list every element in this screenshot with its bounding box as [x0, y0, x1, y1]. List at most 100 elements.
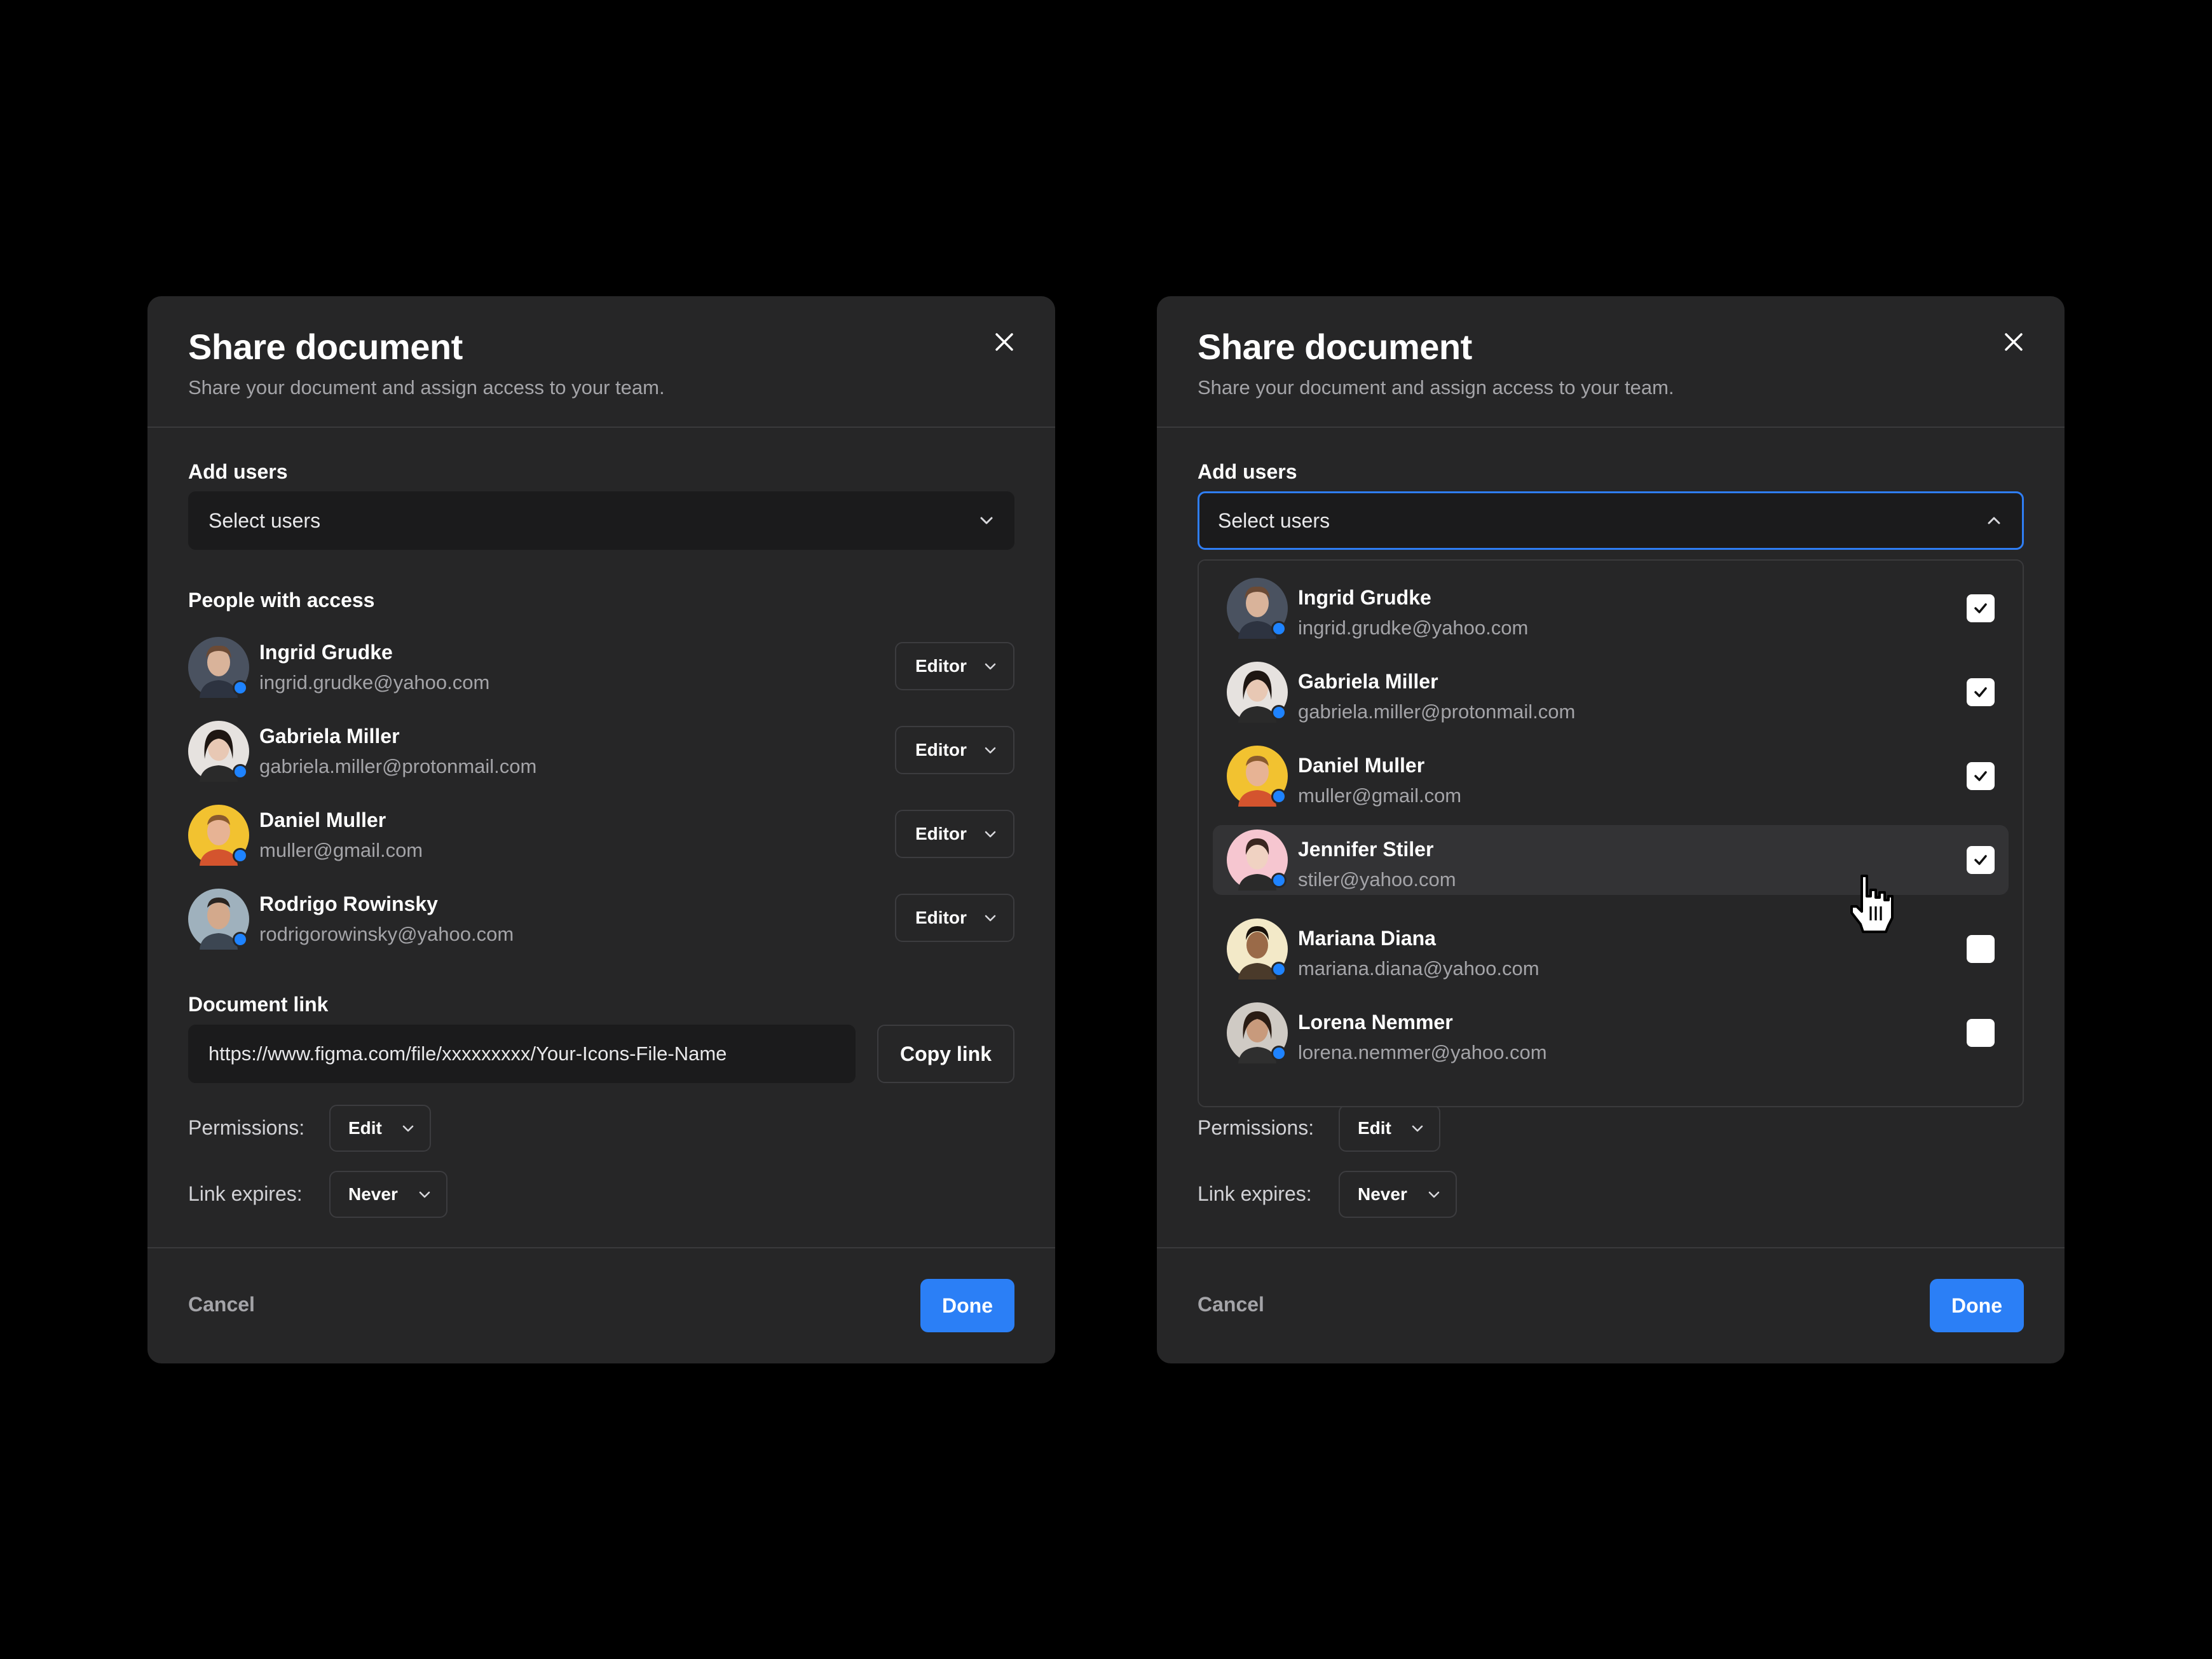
avatar — [1227, 830, 1288, 891]
cancel-button[interactable]: Cancel — [188, 1294, 255, 1314]
user-email: gabriela.miller@protonmail.com — [1298, 700, 1576, 723]
done-button[interactable]: Done — [1930, 1279, 2024, 1332]
online-status-dot — [1271, 705, 1287, 720]
person-row: Rodrigo Rowinsky rodrigorowinsky@yahoo.c… — [188, 887, 1014, 951]
chevron-down-icon — [985, 831, 996, 838]
permissions-select[interactable]: Edit — [329, 1105, 431, 1152]
person-name: Rodrigo Rowinsky — [259, 892, 438, 915]
dropdown-user-option[interactable]: Daniel Muller muller@gmail.com — [1213, 741, 2009, 811]
role-select[interactable]: Editor — [895, 642, 1014, 690]
role-label: Editor — [915, 824, 967, 843]
chevron-down-icon — [985, 915, 996, 922]
permissions-select[interactable]: Edit — [1339, 1105, 1440, 1152]
permissions-label: Permissions: — [188, 1116, 305, 1139]
chevron-down-icon — [402, 1125, 414, 1132]
role-select[interactable]: Editor — [895, 810, 1014, 858]
person-row: Gabriela Miller gabriela.miller@protonma… — [188, 720, 1014, 783]
link-expires-label: Link expires: — [188, 1182, 303, 1205]
person-email: muller@gmail.com — [259, 839, 423, 861]
chevron-down-icon — [1428, 1191, 1440, 1198]
checkmark-icon — [1974, 771, 1987, 781]
select-users-dropdown[interactable]: Select users — [188, 491, 1014, 550]
avatar — [1227, 746, 1288, 807]
person-email: rodrigorowinsky@yahoo.com — [259, 923, 514, 945]
user-checkbox[interactable] — [1967, 762, 1995, 790]
online-status-dot — [1271, 621, 1287, 636]
modal-footer: Cancel Done — [147, 1247, 1055, 1365]
online-status-dot — [233, 680, 248, 695]
avatar — [1227, 578, 1288, 639]
avatar — [188, 637, 249, 698]
modal-footer: Cancel Done — [1157, 1247, 2065, 1365]
chevron-down-icon — [985, 747, 996, 754]
person-name: Ingrid Grudke — [259, 641, 393, 664]
select-users-placeholder: Select users — [208, 509, 321, 532]
online-status-dot — [233, 932, 248, 947]
link-expires-value: Never — [1358, 1184, 1407, 1204]
avatar — [1227, 1002, 1288, 1063]
person-name: Gabriela Miller — [259, 725, 400, 748]
user-email: lorena.nemmer@yahoo.com — [1298, 1041, 1547, 1063]
role-select[interactable]: Editor — [895, 726, 1014, 774]
modal-title: Share document — [188, 327, 463, 367]
chevron-down-icon — [419, 1191, 430, 1198]
person-email: ingrid.grudke@yahoo.com — [259, 671, 490, 693]
user-email: mariana.diana@yahoo.com — [1298, 957, 1540, 980]
chevron-down-icon — [985, 663, 996, 670]
person-row: Daniel Muller muller@gmail.com Editor — [188, 803, 1014, 867]
chevron-down-icon — [980, 517, 993, 524]
user-checkbox[interactable] — [1967, 846, 1995, 874]
avatar — [1227, 662, 1288, 723]
user-email: ingrid.grudke@yahoo.com — [1298, 617, 1529, 639]
user-checkbox[interactable] — [1967, 678, 1995, 706]
permissions-value: Edit — [348, 1118, 382, 1138]
close-icon — [995, 333, 1013, 351]
user-checkbox[interactable] — [1967, 935, 1995, 963]
select-users-placeholder: Select users — [1218, 509, 1330, 532]
checkmark-icon — [1974, 855, 1987, 865]
user-name: Daniel Muller — [1298, 754, 1425, 777]
modal-header: Share document Share your document and a… — [1157, 296, 2065, 428]
permissions-label: Permissions: — [1198, 1116, 1314, 1139]
person-name: Daniel Muller — [259, 809, 386, 831]
close-button[interactable] — [987, 324, 1022, 360]
add-users-label: Add users — [188, 460, 288, 483]
document-link-input[interactable]: https://www.figma.com/file/xxxxxxxxx/You… — [188, 1025, 856, 1083]
modal-subtitle: Share your document and assign access to… — [188, 376, 665, 399]
link-expires-select[interactable]: Never — [329, 1171, 447, 1218]
role-select[interactable]: Editor — [895, 894, 1014, 942]
close-button[interactable] — [1996, 324, 2031, 360]
dropdown-user-option[interactable]: Ingrid Grudke ingrid.grudke@yahoo.com — [1213, 573, 2009, 643]
person-email: gabriela.miller@protonmail.com — [259, 755, 537, 777]
stage: Share document Share your document and a… — [0, 0, 2212, 1659]
user-email: muller@gmail.com — [1298, 784, 1462, 807]
permissions-value: Edit — [1358, 1118, 1391, 1138]
done-button[interactable]: Done — [920, 1279, 1014, 1332]
dropdown-user-option[interactable]: Gabriela Miller gabriela.miller@protonma… — [1213, 657, 2009, 727]
role-label: Editor — [915, 740, 967, 760]
user-checkbox[interactable] — [1967, 594, 1995, 622]
role-label: Editor — [915, 656, 967, 676]
user-name: Jennifer Stiler — [1298, 838, 1434, 861]
checkmark-icon — [1974, 603, 1987, 613]
user-name: Mariana Diana — [1298, 927, 1436, 950]
cancel-button[interactable]: Cancel — [1198, 1294, 1264, 1314]
link-expires-value: Never — [348, 1184, 398, 1204]
online-status-dot — [1271, 789, 1287, 804]
avatar — [188, 889, 249, 950]
user-email: stiler@yahoo.com — [1298, 868, 1456, 891]
dropdown-user-option[interactable]: Lorena Nemmer lorena.nemmer@yahoo.com — [1213, 998, 2009, 1068]
copy-link-button[interactable]: Copy link — [877, 1025, 1014, 1083]
link-expires-select[interactable]: Never — [1339, 1171, 1457, 1218]
select-users-dropdown[interactable]: Select users — [1198, 491, 2024, 550]
document-link-label: Document link — [188, 993, 329, 1016]
chevron-down-icon — [1412, 1125, 1423, 1132]
modal-subtitle: Share your document and assign access to… — [1198, 376, 1674, 399]
online-status-dot — [233, 848, 248, 863]
user-checkbox[interactable] — [1967, 1019, 1995, 1047]
modal-title: Share document — [1198, 327, 1472, 367]
people-with-access-label: People with access — [188, 589, 375, 611]
user-name: Ingrid Grudke — [1298, 586, 1431, 609]
hand-pointer-cursor-icon — [1850, 875, 1894, 933]
chevron-up-icon — [1988, 517, 2000, 524]
